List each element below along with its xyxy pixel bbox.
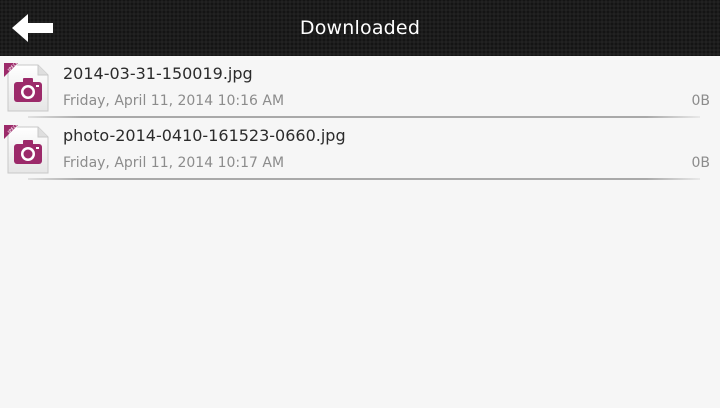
file-name: photo-2014-0410-161523-0660.jpg (63, 126, 346, 145)
file-name: 2014-03-31-150019.jpg (63, 64, 253, 83)
jpeg-file-icon: JPEG (4, 61, 49, 112)
app-window: Downloaded JPEG 2014-03-31-150019.jpg Fr… (0, 0, 720, 408)
file-size: 0B (691, 155, 710, 171)
file-date: Friday, April 11, 2014 10:17 AM (63, 155, 285, 171)
title-bar: Downloaded (0, 0, 720, 56)
jpeg-file-icon: JPEG (4, 123, 49, 174)
file-date: Friday, April 11, 2014 10:16 AM (63, 93, 285, 109)
file-list-item[interactable]: JPEG 2014-03-31-150019.jpg Friday, April… (0, 56, 720, 118)
file-list-item[interactable]: JPEG photo-2014-0410-161523-0660.jpg Fri… (0, 118, 720, 180)
file-list: JPEG 2014-03-31-150019.jpg Friday, April… (0, 56, 720, 180)
row-divider (28, 178, 700, 180)
file-size: 0B (691, 93, 710, 109)
page-title: Downloaded (299, 17, 421, 39)
